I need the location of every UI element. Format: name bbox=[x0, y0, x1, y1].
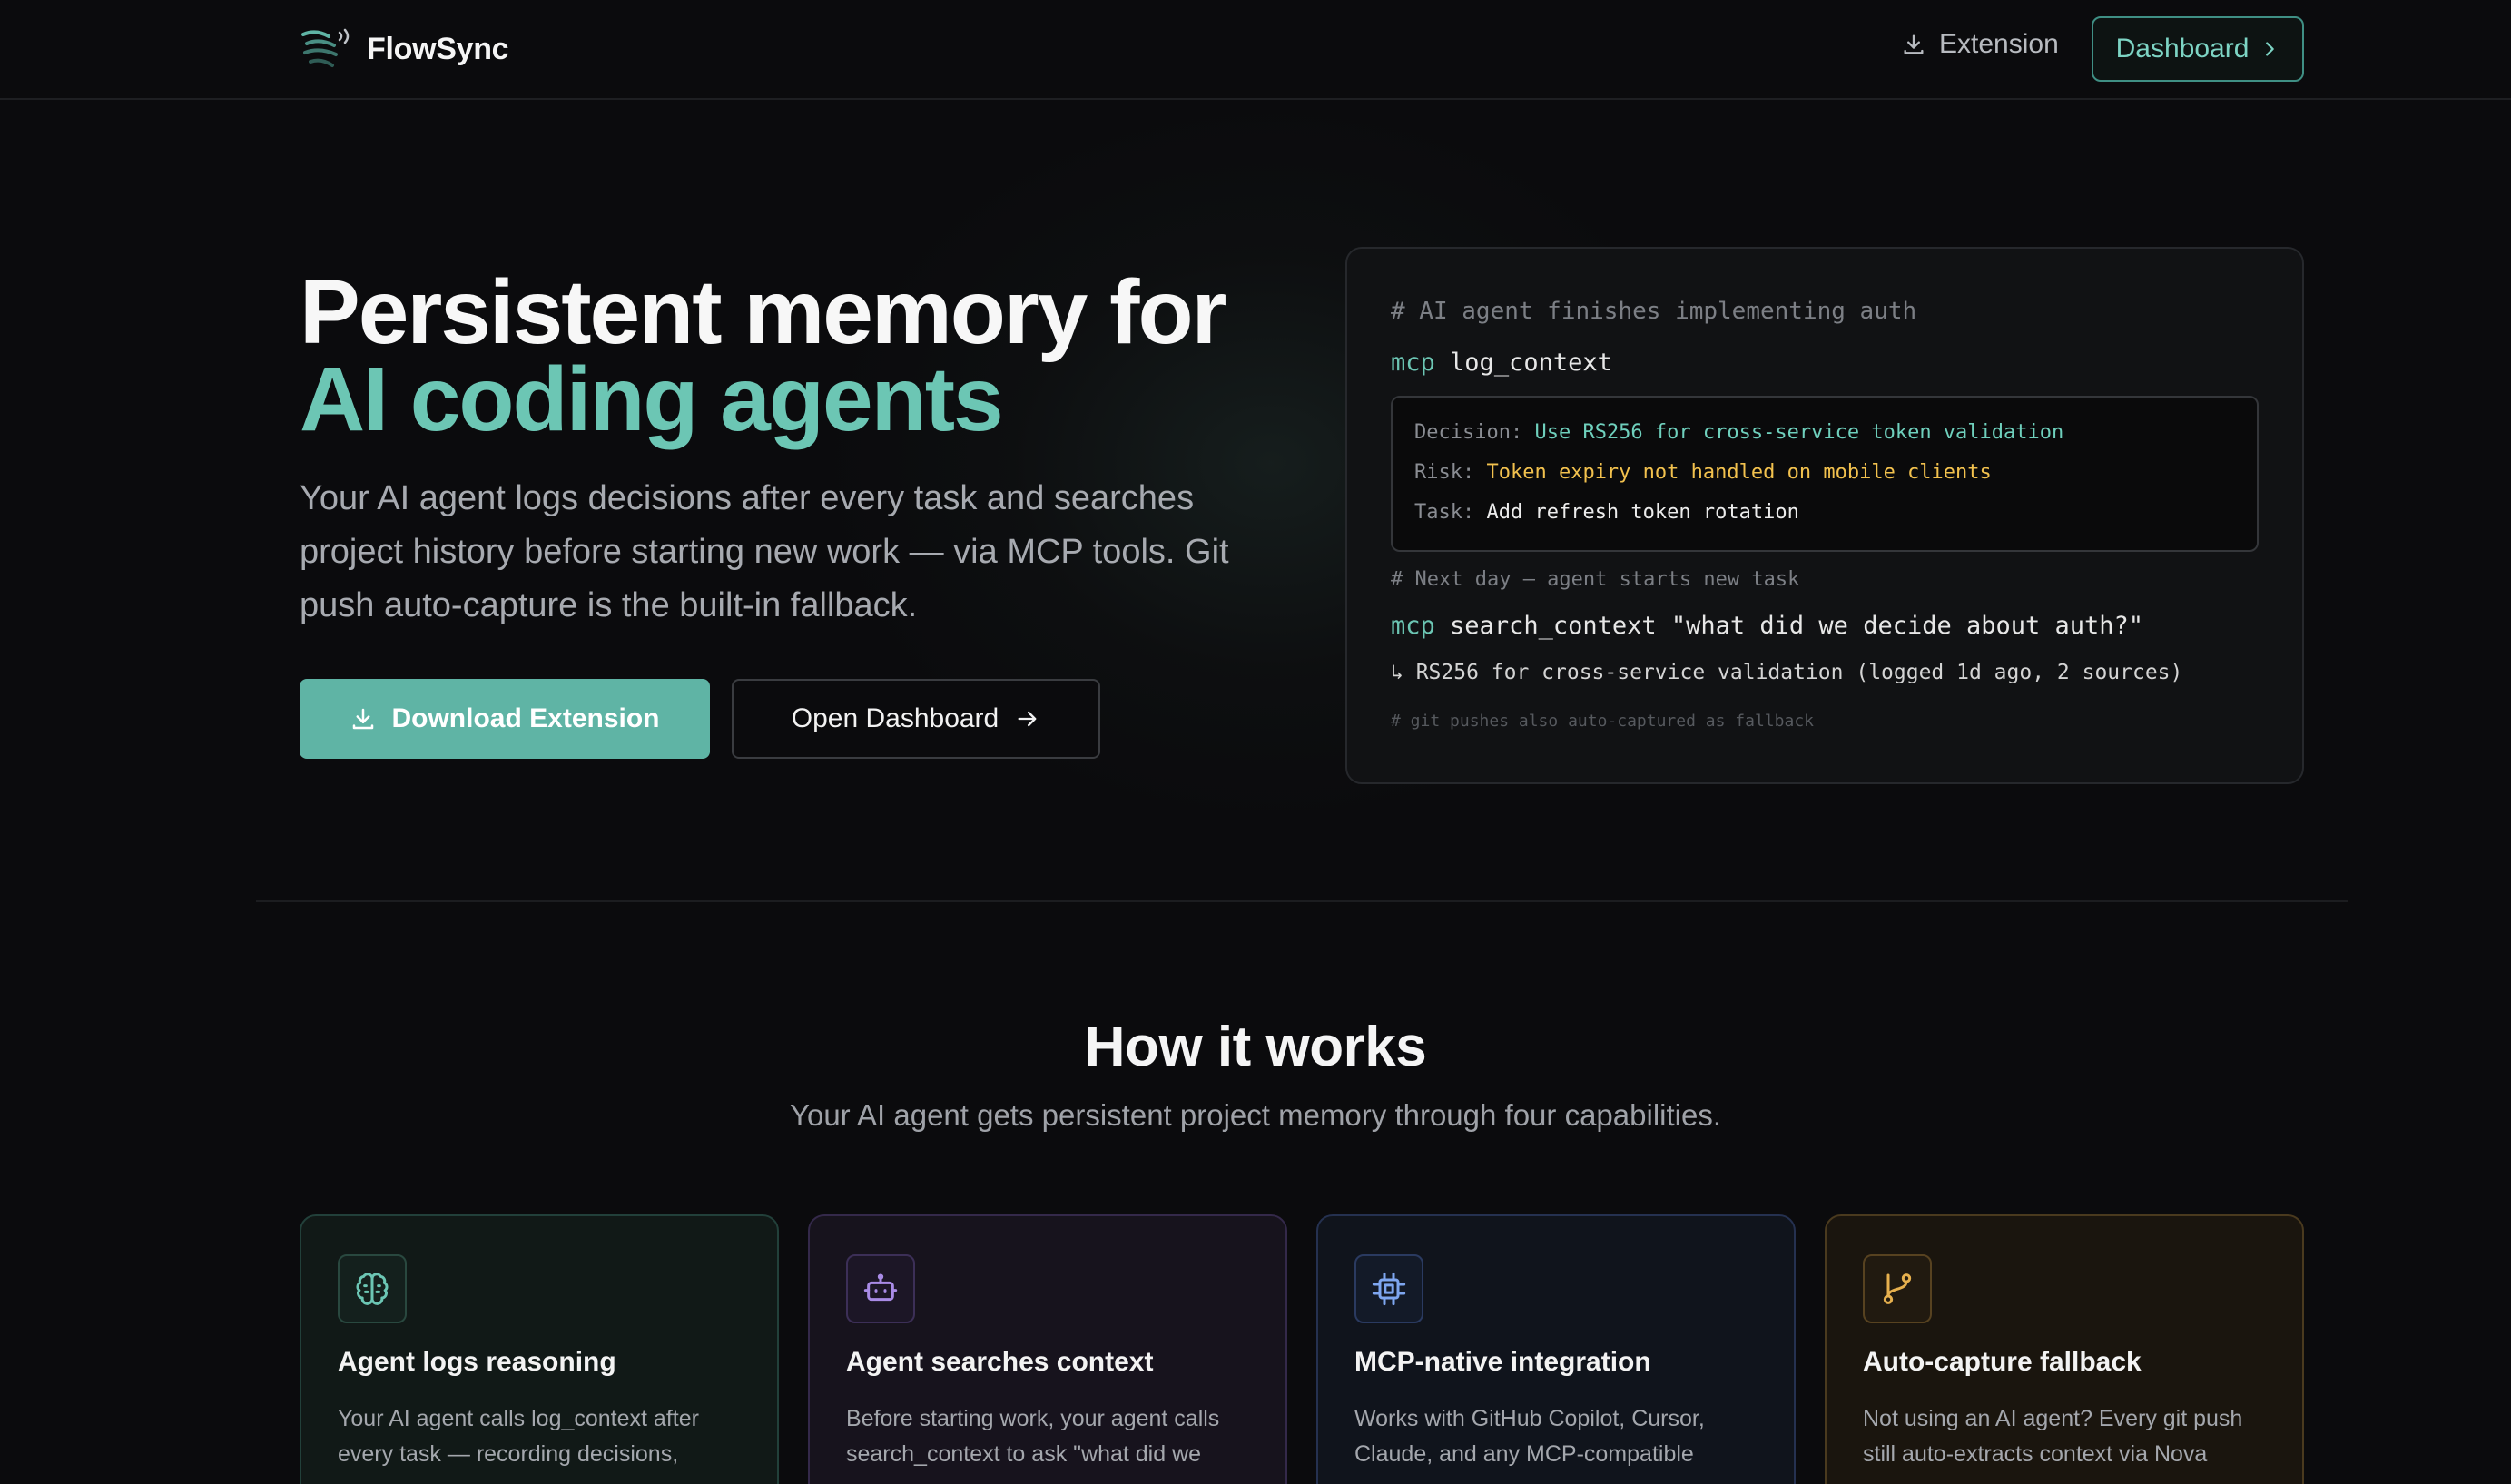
terminal-command: mcp search_context "what did we decide a… bbox=[1391, 612, 2143, 640]
terminal-result: ↳ RS256 for cross-service validation (lo… bbox=[1391, 661, 2183, 684]
feature-card: Agent searches context Before starting w… bbox=[808, 1214, 1287, 1484]
bot-icon bbox=[846, 1254, 915, 1323]
decision-line: Decision: Use RS256 for cross-service to… bbox=[1414, 421, 2063, 444]
task-label: Task: bbox=[1414, 501, 1475, 524]
how-it-works-title: How it works bbox=[1084, 1016, 1427, 1078]
feature-card-text: Works with GitHub Copilot, Cursor, Claud… bbox=[1354, 1406, 1705, 1467]
download-icon bbox=[353, 708, 374, 730]
brain-icon bbox=[338, 1254, 407, 1323]
feature-card-text: Your AI agent calls log_context after ev… bbox=[338, 1406, 699, 1467]
nav-extension-link[interactable]: Extension bbox=[1901, 29, 2059, 60]
hero-subtitle: Your AI agent logs decisions after every… bbox=[300, 479, 1229, 624]
brand[interactable]: FlowSync bbox=[300, 25, 509, 73]
how-it-works-subtitle: Your AI agent gets persistent project me… bbox=[789, 1098, 1721, 1132]
log-context-output: Decision: Use RS256 for cross-service to… bbox=[1391, 396, 2259, 552]
brand-name: FlowSync bbox=[367, 31, 509, 66]
decision-label: Decision: bbox=[1414, 421, 1523, 444]
terminal-comment: # git pushes also auto-captured as fallb… bbox=[1391, 712, 1814, 731]
git-branch-icon bbox=[1863, 1254, 1932, 1323]
open-dashboard-button[interactable]: Open Dashboard bbox=[732, 679, 1100, 759]
section-divider bbox=[256, 900, 2348, 902]
terminal-keyword: mcp bbox=[1391, 349, 1435, 377]
nav-dashboard-label: Dashboard bbox=[2115, 34, 2250, 64]
chip-icon bbox=[1354, 1254, 1423, 1323]
feature-card: MCP-native integration Works with GitHub… bbox=[1316, 1214, 1796, 1484]
terminal-comment: # Next day — agent starts new task bbox=[1391, 568, 1800, 591]
arrow-right-icon bbox=[1018, 711, 1037, 727]
download-icon bbox=[1904, 34, 1924, 54]
terminal-command: mcp log_context bbox=[1391, 349, 1612, 377]
task-line: Task: Add refresh token rotation bbox=[1414, 501, 1799, 524]
hero-title: Persistent memory for AI coding agents bbox=[300, 267, 1226, 450]
feature-card-title: Auto-capture fallback bbox=[1863, 1347, 2142, 1377]
chevron-right-icon bbox=[2266, 42, 2275, 56]
risk-label: Risk: bbox=[1414, 461, 1475, 484]
hero-title-accent: AI coding agents bbox=[300, 349, 1004, 450]
feature-card-title: MCP-native integration bbox=[1354, 1347, 1651, 1377]
feature-card: Auto-capture fallback Not using an AI ag… bbox=[1825, 1214, 2304, 1484]
feature-card-text: Not using an AI agent? Every git push st… bbox=[1863, 1406, 2243, 1467]
open-dashboard-label: Open Dashboard bbox=[791, 703, 999, 733]
flowsync-logo-icon bbox=[301, 28, 350, 67]
risk-value: Token expiry not handled on mobile clien… bbox=[1486, 461, 1992, 484]
terminal-command-text: log_context bbox=[1450, 349, 1612, 377]
task-value: Add refresh token rotation bbox=[1486, 501, 1799, 524]
download-extension-button[interactable]: Download Extension bbox=[300, 679, 710, 759]
feature-card-title: Agent logs reasoning bbox=[338, 1347, 616, 1377]
feature-card-text: Before starting work, your agent calls s… bbox=[846, 1406, 1220, 1467]
risk-line: Risk: Token expiry not handled on mobile… bbox=[1414, 461, 1992, 484]
decision-value: Use RS256 for cross-service token valida… bbox=[1534, 421, 2064, 444]
terminal-comment: # AI agent finishes implementing auth bbox=[1391, 298, 1917, 325]
terminal-demo: # AI agent finishes implementing auth mc… bbox=[1345, 247, 2304, 784]
top-nav: FlowSync Extension Dashboard bbox=[0, 0, 2511, 100]
terminal-keyword: mcp bbox=[1391, 612, 1435, 640]
nav-dashboard-button[interactable]: Dashboard bbox=[2092, 16, 2304, 82]
download-extension-label: Download Extension bbox=[391, 703, 660, 733]
nav-extension-label: Extension bbox=[1939, 29, 2059, 59]
feature-card: Agent logs reasoning Your AI agent calls… bbox=[300, 1214, 779, 1484]
terminal-command-text: search_context "what did we decide about… bbox=[1450, 612, 2144, 640]
feature-card-title: Agent searches context bbox=[846, 1347, 1154, 1377]
